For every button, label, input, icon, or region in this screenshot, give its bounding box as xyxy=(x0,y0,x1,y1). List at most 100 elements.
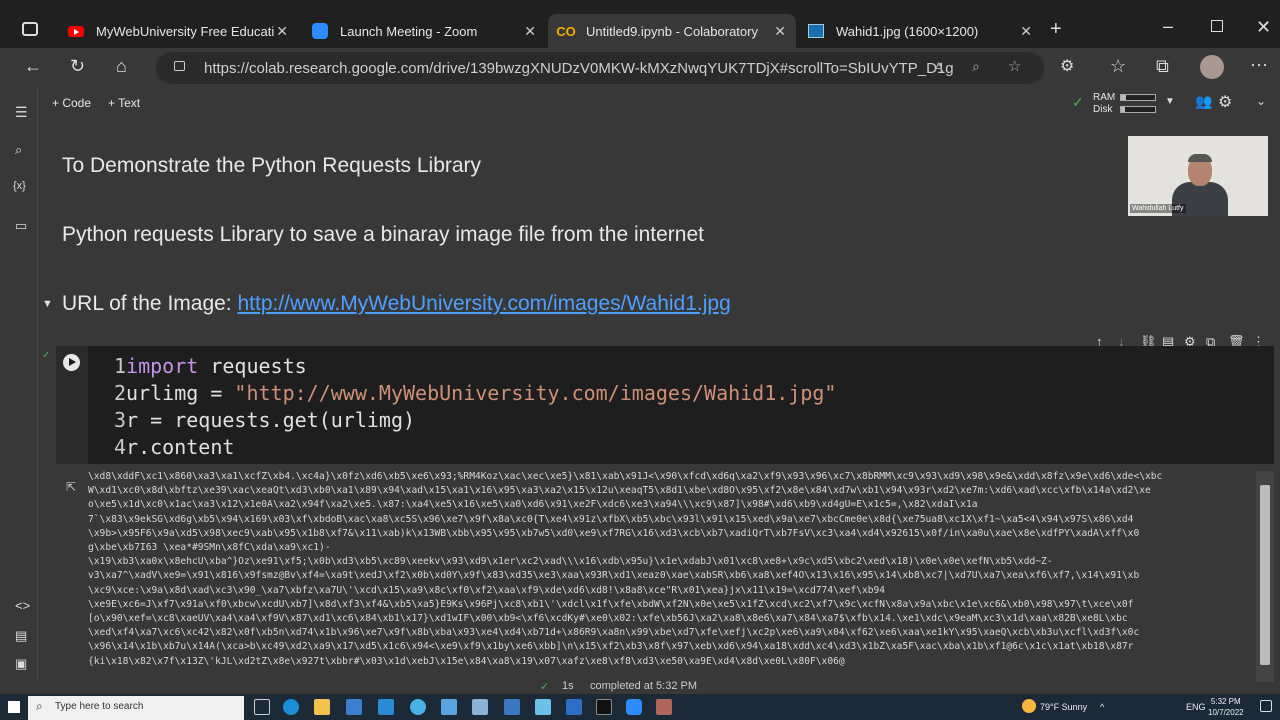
taskbar-search-box[interactable]: ⌕ Type here to search xyxy=(28,696,244,720)
participant-name: Wahidullah Lutfy xyxy=(1130,204,1186,213)
disk-bar xyxy=(1120,106,1156,113)
share-people-icon[interactable]: 👥 xyxy=(1195,93,1212,110)
output-line: \xc9\xce:\x9a\x8d\xad\xc3\x90_\xa7\xbfz\… xyxy=(88,584,886,596)
zoom-video-thumbnail[interactable]: Wahidullah Lutfy xyxy=(1128,136,1268,216)
output-line: \x96\x14\x1b\xb7u\x14A(\xca>b\xc49\xd2\x… xyxy=(88,641,1134,653)
connected-check-icon: ✓ xyxy=(1072,94,1084,110)
code-line-4: 4r.content xyxy=(114,435,234,459)
run-cell-button[interactable] xyxy=(63,354,80,371)
search-icon[interactable]: ⌕ xyxy=(15,142,22,158)
favorites-icon[interactable]: ☆ xyxy=(1110,56,1126,77)
left-sidebar: ☰ ⌕ {x} ▭ <> ▤ ▣ xyxy=(6,88,38,694)
read-aloud-icon[interactable]: A xyxy=(934,59,943,75)
scrollbar-thumb[interactable] xyxy=(1260,485,1270,665)
code-line-1: 1import requests xyxy=(114,354,307,378)
close-tab-icon[interactable]: ✕ xyxy=(1020,23,1032,40)
output-line: W\xd1\xc0\x8d\xbftz\xe39\xac\xeaQt\xd3\x… xyxy=(88,485,1151,497)
collapse-section-icon[interactable]: ▼ xyxy=(42,298,53,310)
extensions-icon[interactable]: ⚙ xyxy=(1060,56,1074,76)
weather-text[interactable]: 79°F Sunny xyxy=(1040,702,1087,712)
home-icon[interactable]: ⌂ xyxy=(116,56,127,77)
app-icon[interactable] xyxy=(535,699,551,715)
close-tab-icon[interactable]: ✕ xyxy=(774,23,786,40)
notification-icon[interactable] xyxy=(1260,700,1272,712)
close-tab-icon[interactable]: ✕ xyxy=(276,23,288,40)
app-icon[interactable] xyxy=(504,699,520,715)
resources-indicator[interactable]: RAM Disk xyxy=(1093,92,1115,116)
new-tab-icon[interactable]: + xyxy=(1050,18,1062,41)
image-url-link[interactable]: http://www.MyWebUniversity.com/images/Wa… xyxy=(237,292,730,315)
tab-mywebuniversity[interactable]: MyWebUniversity Free Education ✕ xyxy=(58,14,298,48)
add-code-button[interactable]: + Code xyxy=(52,96,91,110)
code-text: urlimg = xyxy=(126,381,235,405)
store-icon[interactable] xyxy=(346,699,362,715)
line-number: 2 xyxy=(114,381,127,405)
close-window-icon[interactable]: ✕ xyxy=(1256,17,1271,38)
markdown-heading-1[interactable]: To Demonstrate the Python Requests Libra… xyxy=(62,154,481,178)
tab-actions-icon[interactable] xyxy=(22,22,38,36)
code-text: requests xyxy=(198,354,307,378)
code-line-2: 2urlimg = "http://www.MyWebUniversity.co… xyxy=(114,381,836,405)
url-field[interactable]: https://colab.research.google.com/drive/… xyxy=(156,52,1044,84)
terminal-icon[interactable]: ▣ xyxy=(15,656,27,672)
zoom-app-icon[interactable] xyxy=(626,699,642,715)
profile-avatar[interactable] xyxy=(1200,55,1224,79)
windows-start-icon[interactable] xyxy=(8,701,20,713)
tab-title: MyWebUniversity Free Education xyxy=(96,23,274,39)
output-actions-icon[interactable]: ⇱ xyxy=(66,480,76,494)
image-viewer-icon[interactable] xyxy=(656,699,672,715)
add-text-button[interactable]: + Text xyxy=(108,96,140,110)
mail-icon[interactable] xyxy=(378,699,394,715)
disk-label: Disk xyxy=(1093,104,1113,115)
output-line: v3\xa7^\xadV\xe9=\x91\x816\x9fsmz@Bv\xf4… xyxy=(88,570,1140,582)
zoom-icon-address[interactable]: ⌕ xyxy=(972,58,980,75)
file-explorer-icon[interactable] xyxy=(314,699,330,715)
output-line: o\xe5\x1d\xc0\x1ac\xa3\x12\x1e0A\xa2\x94… xyxy=(88,499,978,511)
refresh-icon[interactable]: ↻ xyxy=(70,56,85,77)
app-icon[interactable] xyxy=(566,699,582,715)
status-message: completed at 5:32 PM xyxy=(590,680,698,692)
clock-time: 5:32 PM xyxy=(1210,697,1241,706)
video-person-hair xyxy=(1188,154,1212,162)
output-scrollbar[interactable] xyxy=(1256,471,1274,682)
tab-zoom[interactable]: Launch Meeting - Zoom ✕ xyxy=(302,14,546,48)
windows-taskbar: ⌕ Type here to search 79°F Sunny ^ ENG 5… xyxy=(0,694,1280,720)
minimize-icon[interactable]: – xyxy=(1163,16,1173,37)
markdown-heading-3[interactable]: URL of the Image: http://www.MyWebUniver… xyxy=(62,292,731,316)
photos-icon[interactable] xyxy=(441,699,457,715)
code-snippets-icon[interactable]: <> xyxy=(15,598,30,613)
table-of-contents-icon[interactable]: ☰ xyxy=(15,104,28,121)
tab-colab[interactable]: CO Untitled9.ipynb - Colaboratory ✕ xyxy=(548,14,796,48)
command-palette-icon[interactable]: ▤ xyxy=(15,628,27,644)
output-line: {ki\x18\x82\x7f\x13Z\'kJL\xd2tZ\x8e\x927… xyxy=(88,655,845,667)
status-check-icon: ✓ xyxy=(540,681,550,693)
collections-icon[interactable]: ⧉ xyxy=(1156,56,1169,77)
task-view-icon[interactable] xyxy=(254,699,270,715)
clock[interactable]: 5:32 PM 10/7/2022 xyxy=(1208,696,1244,718)
url-text: https://colab.research.google.com/drive/… xyxy=(204,60,954,77)
lock-icon xyxy=(174,61,185,71)
settings-gear-icon[interactable]: ⚙ xyxy=(1218,92,1232,112)
favorite-add-icon[interactable]: ☆ xyxy=(1008,57,1021,75)
output-line: [o\x90\xef=\xc8\xaeUV\xa4\xa4\xf9V\x87\x… xyxy=(88,613,1128,625)
tab-wahid-image[interactable]: Wahid1.jpg (1600×1200) ✕ xyxy=(798,14,1042,48)
markdown-heading-2[interactable]: Python requests Library to save a binara… xyxy=(62,223,704,247)
run-success-check-icon: ✓ xyxy=(42,350,51,361)
3d-viewer-icon[interactable] xyxy=(472,699,488,715)
edge-icon[interactable] xyxy=(283,699,299,715)
more-menu-icon[interactable]: ··· xyxy=(1250,54,1268,75)
close-tab-icon[interactable]: ✕ xyxy=(524,23,536,40)
collapse-chevron-icon[interactable]: ⌄ xyxy=(1256,94,1266,108)
browser-tab-bar: MyWebUniversity Free Education ✕ Launch … xyxy=(0,0,1280,48)
code-keyword: import xyxy=(126,354,199,378)
variables-icon[interactable]: {x} xyxy=(13,180,26,192)
status-bar: ✓ 1s completed at 5:32 PM xyxy=(0,680,1280,694)
back-icon[interactable]: ← xyxy=(24,56,42,77)
language-indicator[interactable]: ENG xyxy=(1186,702,1206,712)
resources-dropdown-icon[interactable]: ▼ xyxy=(1165,96,1175,107)
files-icon[interactable]: ▭ xyxy=(15,218,27,234)
tray-arrow-icon[interactable]: ^ xyxy=(1100,702,1104,712)
terminal-app-icon[interactable] xyxy=(596,699,612,715)
maximize-icon[interactable] xyxy=(1211,20,1223,32)
onedrive-icon[interactable] xyxy=(410,699,426,715)
